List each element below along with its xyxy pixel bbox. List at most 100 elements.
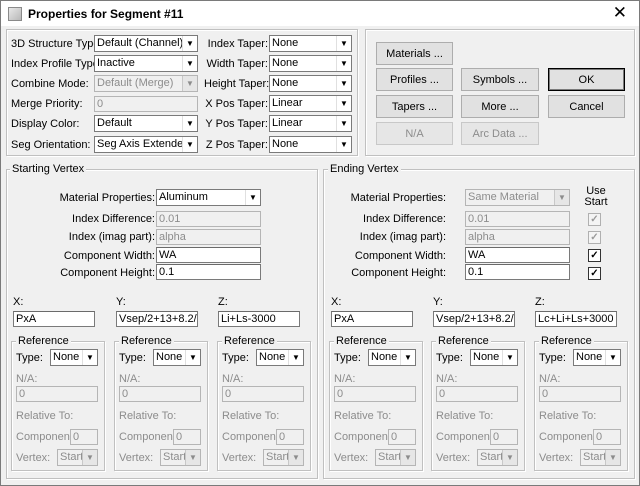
reference-type-dropdown[interactable]: None ▼: [368, 349, 416, 366]
reference-na-input[interactable]: 0: [436, 386, 518, 402]
vertex-dropdown[interactable]: Start ▼: [580, 449, 621, 466]
end-component-height-input[interactable]: 0.1: [465, 264, 570, 280]
x-pos-taper-label: X Pos Taper:: [205, 98, 268, 110]
chevron-down-icon: ▼: [502, 450, 517, 465]
reference-type-label: Type:: [222, 352, 249, 364]
start-x-label: X:: [13, 296, 24, 308]
symbols-button[interactable]: Symbols ...: [461, 68, 539, 91]
start-component-height-input[interactable]: 0.1: [156, 264, 261, 280]
structure-type-value: Default (Channel): [97, 37, 184, 49]
vertex-dropdown[interactable]: Start ▼: [477, 449, 518, 466]
properties-dialog: Properties for Segment #11 ✕ 3D Structur…: [0, 0, 640, 486]
component-input[interactable]: 0: [70, 429, 98, 445]
display-color-dropdown[interactable]: Default ▼: [94, 115, 198, 132]
reference-na-input[interactable]: 0: [119, 386, 201, 402]
reference-na-label: N/A:: [222, 373, 244, 385]
chevron-down-icon: ▼: [605, 450, 620, 465]
height-taper-dropdown[interactable]: None ▼: [269, 75, 352, 92]
reference-box-start-y: Reference Type: None ▼ N/A: 0 Relative To…: [114, 335, 210, 473]
start-y-input[interactable]: Vsep/2+13+8.2/2-: [116, 311, 198, 327]
index-taper-label: Index Taper:: [207, 38, 268, 50]
y-pos-taper-dropdown[interactable]: Linear ▼: [269, 115, 352, 132]
end-x-label: X:: [331, 296, 342, 308]
start-index-imag-input[interactable]: alpha: [156, 229, 261, 245]
component-label: Component:: [16, 431, 76, 443]
reference-type-label: Type:: [334, 352, 361, 364]
vertex-dropdown[interactable]: Start ▼: [57, 449, 98, 466]
component-input[interactable]: 0: [490, 429, 518, 445]
reference-type-dropdown[interactable]: None ▼: [153, 349, 201, 366]
ok-button[interactable]: OK: [548, 68, 625, 91]
vertex-label: Vertex:: [539, 452, 574, 464]
chevron-down-icon: ▼: [336, 96, 351, 111]
component-input[interactable]: 0: [173, 429, 201, 445]
y-pos-taper-label: Y Pos Taper:: [205, 118, 268, 130]
end-y-input[interactable]: Vsep/2+13+8.2/2-: [433, 311, 515, 327]
vertex-dropdown[interactable]: Start ▼: [375, 449, 416, 466]
use-start-index-difference-checkbox[interactable]: ✓: [588, 213, 601, 226]
relative-to-label: Relative To:: [436, 410, 494, 422]
end-component-width-input[interactable]: WA: [465, 247, 570, 263]
end-z-input[interactable]: Lc+Li+Ls+3000: [535, 311, 617, 327]
component-label: Component:: [334, 431, 394, 443]
title-bar: Properties for Segment #11 ✕: [1, 1, 639, 26]
start-component-width-input[interactable]: WA: [156, 247, 261, 263]
end-material-dropdown[interactable]: Same Material ▼: [465, 189, 570, 206]
reference-na-input[interactable]: 0: [222, 386, 304, 402]
chevron-down-icon: ▼: [336, 137, 351, 152]
reference-type-dropdown[interactable]: None ▼: [50, 349, 98, 366]
reference-type-dropdown[interactable]: None ▼: [256, 349, 304, 366]
combine-mode-dropdown[interactable]: Default (Merge) ▼: [94, 75, 198, 92]
component-input[interactable]: 0: [388, 429, 416, 445]
arc-data-button[interactable]: Arc Data ...: [461, 122, 539, 145]
reference-na-input[interactable]: 0: [539, 386, 621, 402]
use-start-height-checkbox[interactable]: ✓: [588, 267, 601, 280]
chevron-down-icon: ▼: [185, 350, 200, 365]
profiles-button[interactable]: Profiles ...: [376, 68, 453, 91]
z-pos-taper-dropdown[interactable]: None ▼: [269, 136, 352, 153]
chevron-down-icon: ▼: [182, 76, 197, 91]
start-index-difference-input[interactable]: 0.01: [156, 211, 261, 227]
index-taper-dropdown[interactable]: None ▼: [269, 35, 352, 52]
profile-type-dropdown[interactable]: Inactive ▼: [94, 55, 198, 72]
materials-button[interactable]: Materials ...: [376, 42, 453, 65]
end-x-input[interactable]: PxA: [331, 311, 413, 327]
cancel-button[interactable]: Cancel: [548, 95, 625, 118]
close-icon[interactable]: ✕: [613, 4, 627, 22]
index-imag-label: Index (imag part):: [68, 231, 155, 243]
vertex-label: Vertex:: [16, 452, 51, 464]
more-button[interactable]: More ...: [461, 95, 539, 118]
tapers-button[interactable]: Tapers ...: [376, 95, 453, 118]
vertex-dropdown[interactable]: Start ▼: [160, 449, 201, 466]
structure-type-dropdown[interactable]: Default (Channel) ▼: [94, 35, 198, 52]
x-pos-taper-dropdown[interactable]: Linear ▼: [269, 95, 352, 112]
vertex-label: Vertex:: [334, 452, 369, 464]
start-z-input[interactable]: Li+Ls-3000: [218, 311, 300, 327]
window-title: Properties for Segment #11: [28, 6, 184, 21]
chevron-down-icon: ▼: [336, 36, 351, 51]
na-button[interactable]: N/A: [376, 122, 453, 145]
end-index-imag-input[interactable]: alpha: [465, 229, 570, 245]
reference-type-dropdown[interactable]: None ▼: [470, 349, 518, 366]
end-index-difference-input[interactable]: 0.01: [465, 211, 570, 227]
start-x-input[interactable]: PxA: [13, 311, 95, 327]
width-taper-dropdown[interactable]: None ▼: [269, 55, 352, 72]
start-material-dropdown[interactable]: Aluminum ▼: [156, 189, 261, 206]
reference-na-input[interactable]: 0: [334, 386, 416, 402]
chevron-down-icon: ▼: [336, 116, 351, 131]
seg-orientation-dropdown[interactable]: Seg Axis Extended ▼: [94, 136, 198, 153]
component-input[interactable]: 0: [593, 429, 621, 445]
use-start-index-imag-checkbox[interactable]: ✓: [588, 231, 601, 244]
vertex-label: Vertex:: [436, 452, 471, 464]
chevron-down-icon: ▼: [182, 137, 197, 152]
vertex-dropdown[interactable]: Start ▼: [263, 449, 304, 466]
reference-type-dropdown[interactable]: None ▼: [573, 349, 621, 366]
end-component-height-label: Component Height:: [351, 267, 446, 279]
merge-priority-input[interactable]: 0: [94, 96, 198, 112]
component-input[interactable]: 0: [276, 429, 304, 445]
reference-na-input[interactable]: 0: [16, 386, 98, 402]
z-pos-taper-label: Z Pos Taper:: [205, 139, 268, 151]
relative-to-label: Relative To:: [119, 410, 177, 422]
vertex-label: Vertex:: [222, 452, 257, 464]
use-start-width-checkbox[interactable]: ✓: [588, 249, 601, 262]
